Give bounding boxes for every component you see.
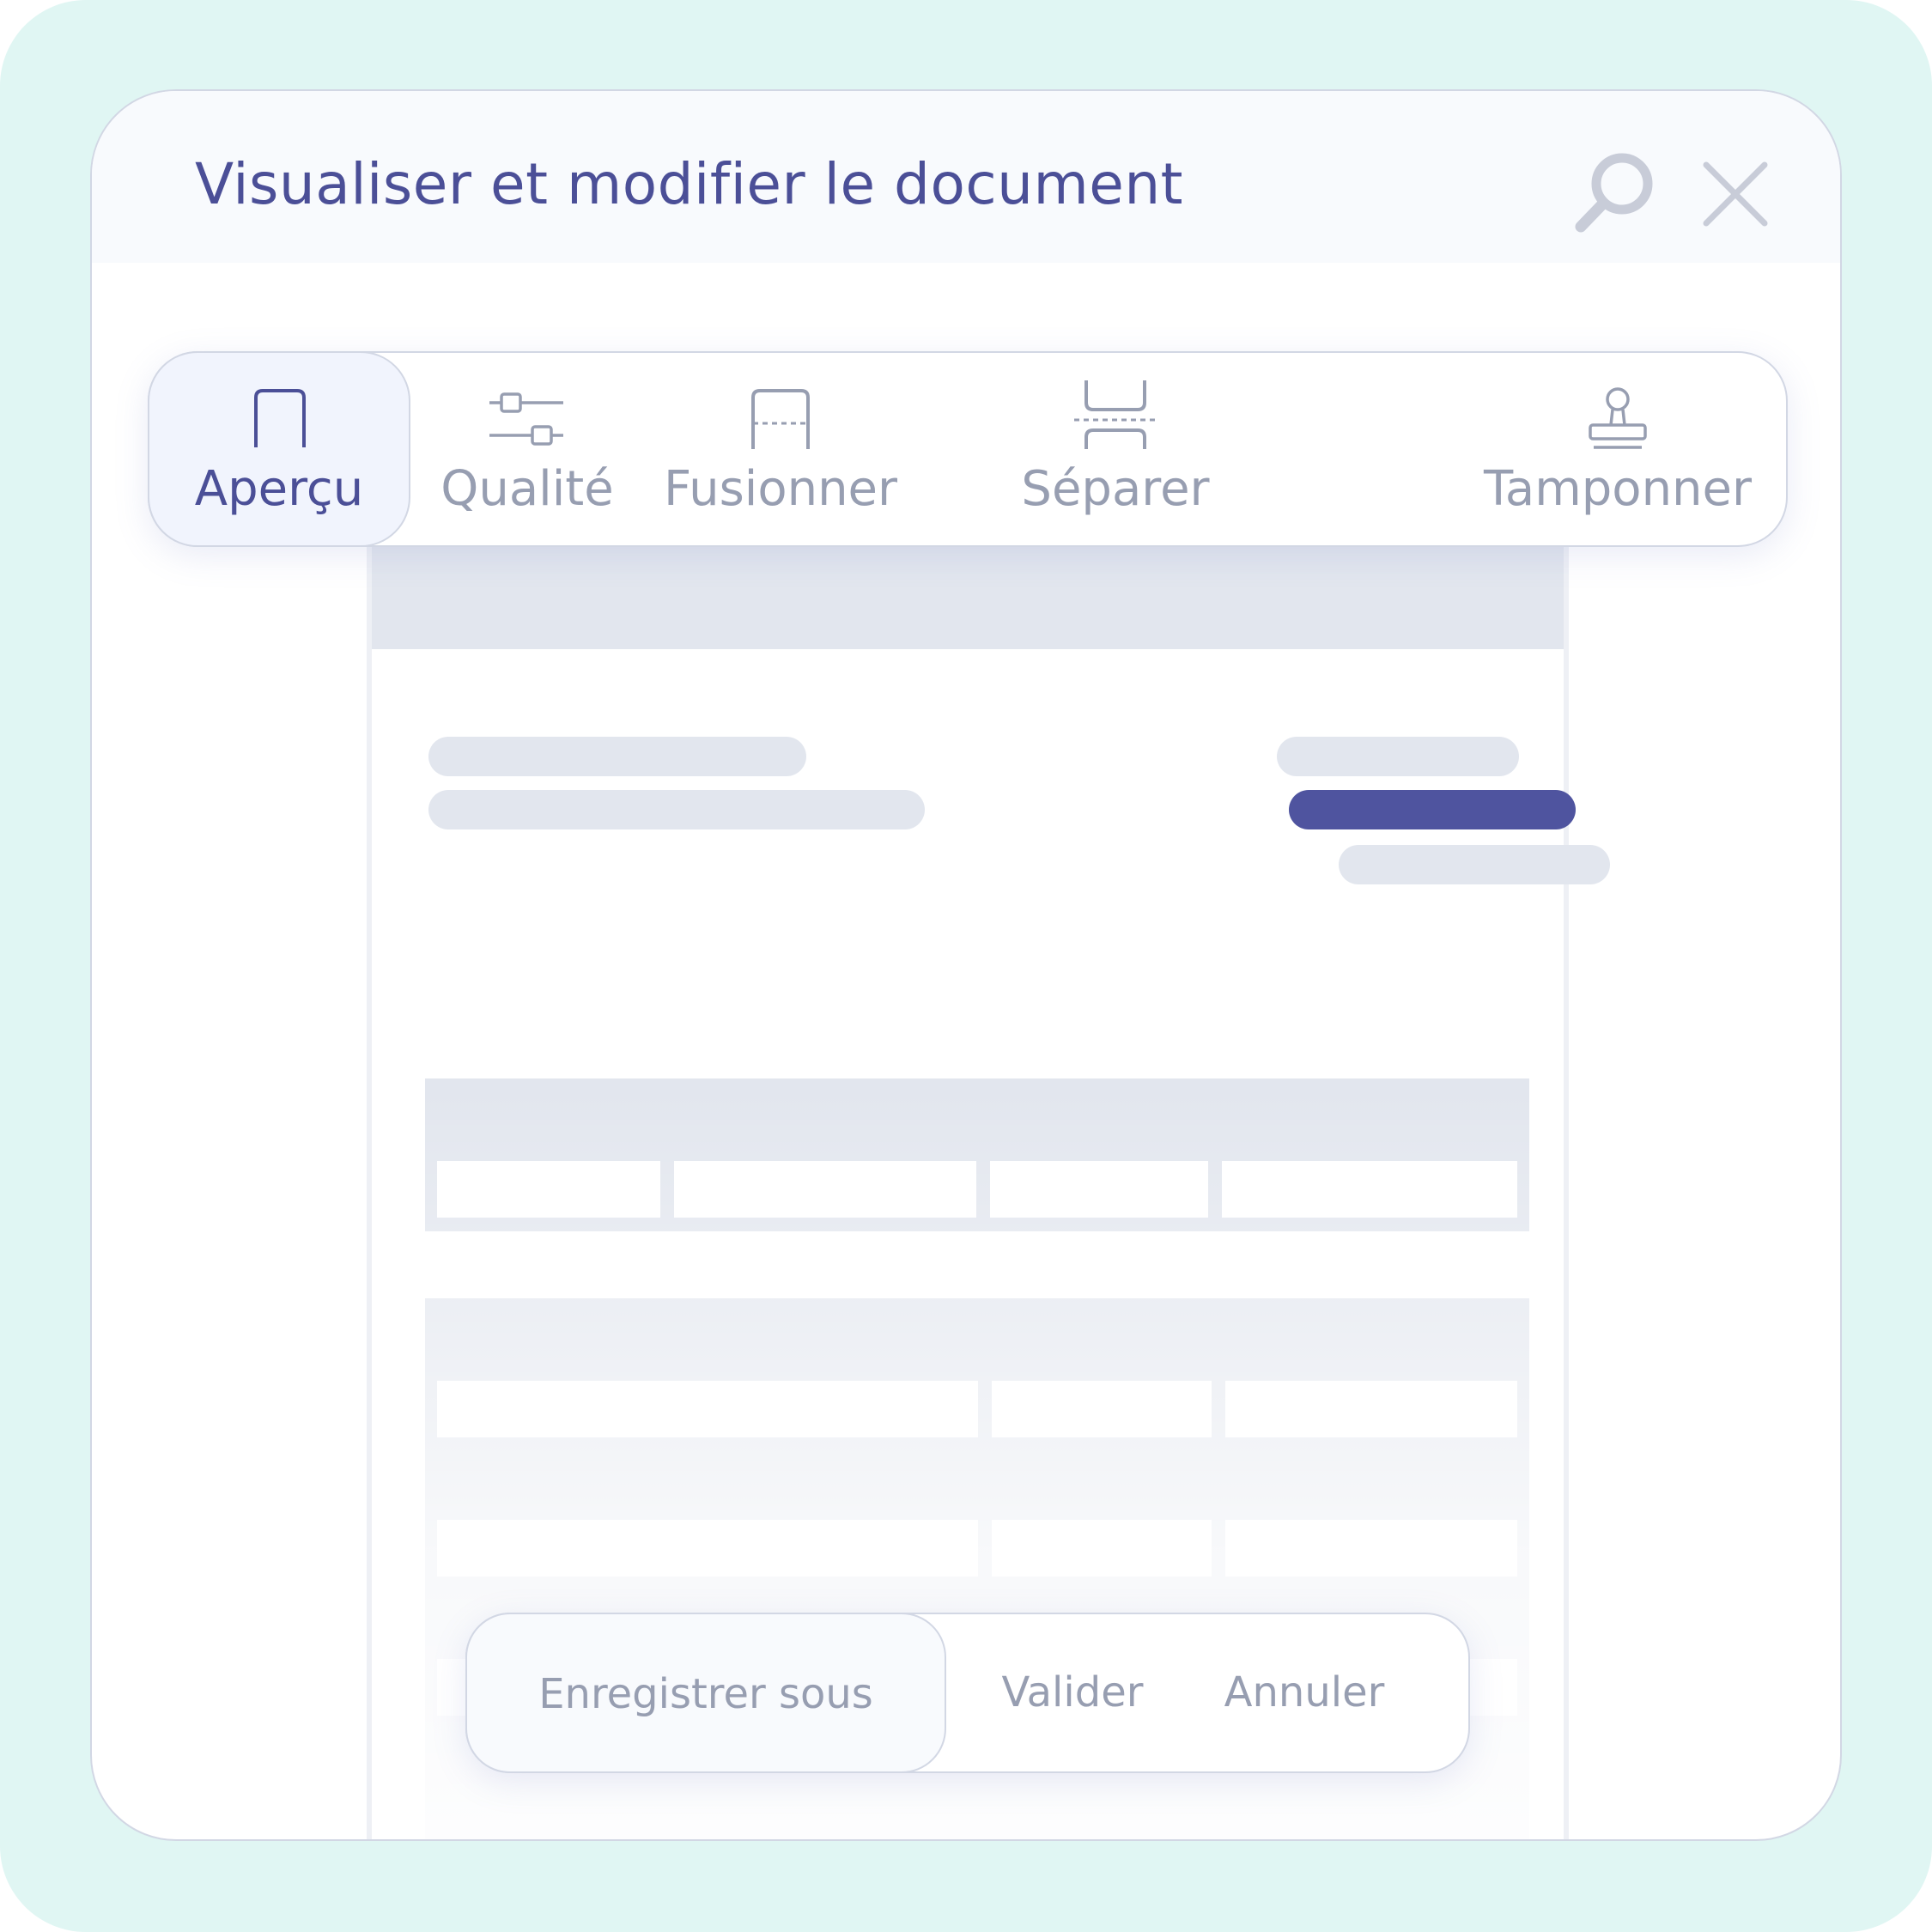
tab-label: Aperçu <box>194 461 364 517</box>
merge-icon <box>751 389 810 449</box>
app-background: Visualiser et modifier le document Aperç… <box>0 0 1932 1932</box>
stamp-icon <box>1589 387 1647 449</box>
close-icon <box>1703 161 1768 227</box>
tab-tamponner[interactable]: Tamponner <box>1446 353 1789 545</box>
close-button[interactable] <box>1691 153 1777 239</box>
tab-label: Tamponner <box>1483 461 1753 517</box>
tab-apercu[interactable]: Aperçu <box>148 351 410 547</box>
document-editor-window: Visualiser et modifier le document Aperç… <box>90 89 1842 1841</box>
tab-label: Qualité <box>440 461 614 517</box>
tab-label: Séparer <box>1021 461 1210 517</box>
save-as-button[interactable]: Enregistrer sous <box>465 1613 946 1773</box>
placeholder-line <box>1277 737 1519 776</box>
document-header-band <box>372 546 1564 649</box>
action-bar: Enregistrer sous Valider Annuler <box>465 1613 1470 1773</box>
split-icon <box>1074 380 1157 449</box>
validate-button[interactable]: Valider <box>991 1614 1154 1771</box>
tool-tabs: Aperçu Qualité Fusionner Séparer Tamponn… <box>148 351 1788 547</box>
search-icon <box>1575 153 1653 233</box>
sliders-icon <box>489 392 563 446</box>
tab-separer[interactable]: Séparer <box>1008 353 1223 545</box>
placeholder-line <box>428 790 925 829</box>
tab-label: Fusionner <box>663 461 898 517</box>
placeholder-line <box>428 737 806 776</box>
tab-fusionner[interactable]: Fusionner <box>647 353 914 545</box>
placeholder-line <box>1339 845 1610 884</box>
highlighted-placeholder-line <box>1289 790 1576 829</box>
tab-qualite[interactable]: Qualité <box>433 353 622 545</box>
search-button[interactable] <box>1569 149 1663 244</box>
title-bar: Visualiser et modifier le document <box>92 91 1840 263</box>
preview-icon <box>254 389 306 447</box>
window-title: Visualiser et modifier le document <box>195 151 1184 217</box>
cancel-button[interactable]: Annuler <box>1206 1614 1403 1771</box>
